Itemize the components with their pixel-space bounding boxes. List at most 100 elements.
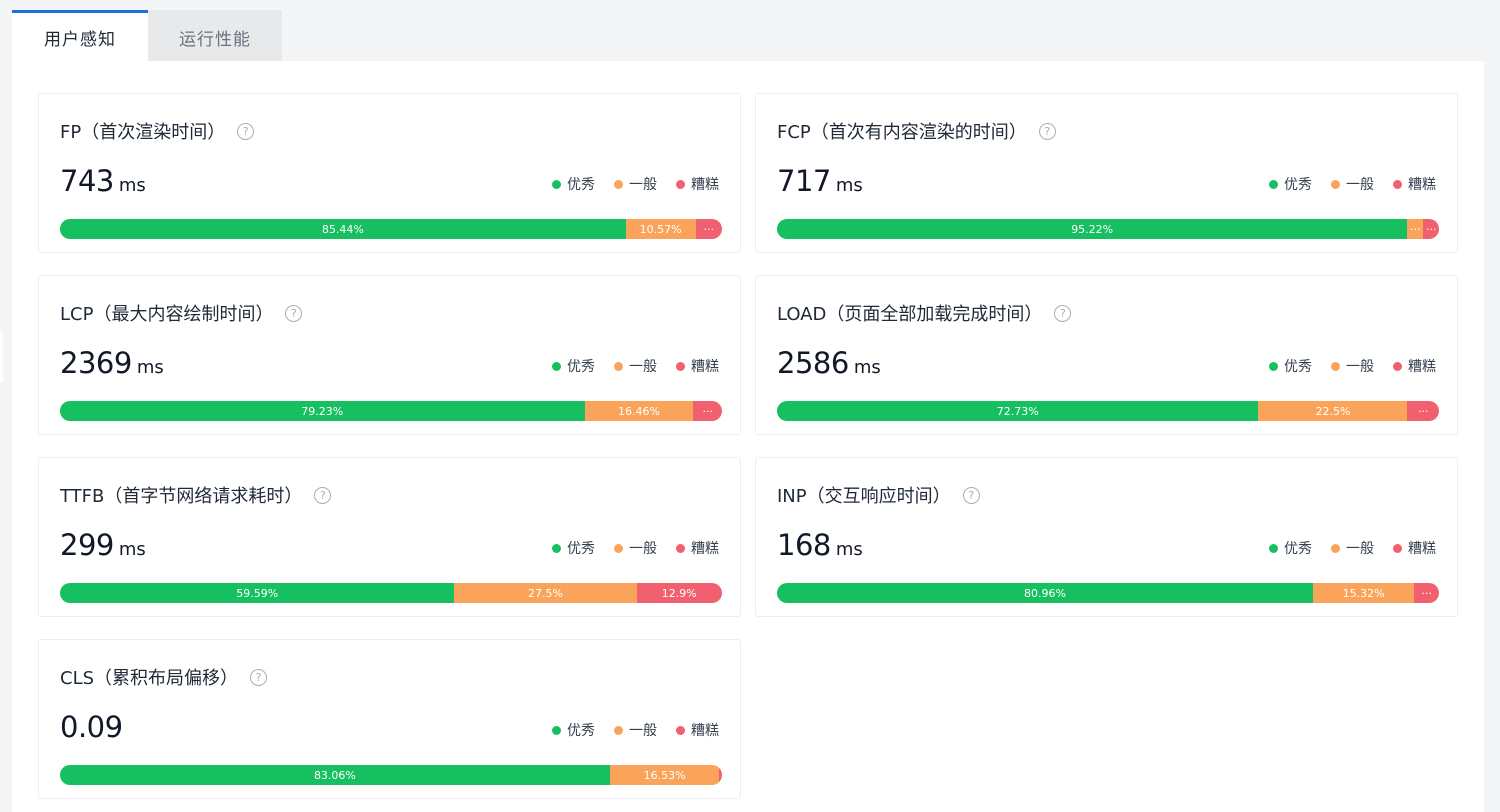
bar-segment-bad[interactable]: ··· [695, 219, 722, 239]
question-circle-icon[interactable]: ? [1054, 304, 1072, 322]
tab-user-perception[interactable]: 用户感知 [12, 10, 148, 61]
mid-dot-icon [614, 543, 623, 553]
distribution-bar: 95.22% ··· ··· [777, 219, 1439, 239]
metric-title-text: FP（首次渲染时间） [60, 122, 226, 143]
good-dot-icon [1269, 179, 1278, 189]
legend: 优秀 一般 糟糕 [552, 720, 719, 740]
mid-dot-icon [1331, 543, 1340, 553]
legend-item-bad: 糟糕 [676, 720, 719, 740]
legend-item-mid: 一般 [614, 538, 657, 558]
metric-unit: ms [118, 175, 146, 196]
metric-title-text: FCP（首次有内容渲染的时间） [777, 122, 1027, 143]
bar-segment-mid[interactable]: ··· [1407, 219, 1424, 239]
bar-segment-good[interactable]: 95.22% [777, 219, 1408, 239]
legend-item-bad: 糟糕 [676, 174, 719, 194]
bad-dot-icon [676, 543, 685, 553]
bar-segment-mid[interactable]: 16.46% [584, 401, 694, 421]
legend-label-bad: 糟糕 [1408, 177, 1436, 193]
distribution-bar: 83.06% 16.53% [60, 765, 722, 785]
bar-segment-mid[interactable]: 15.32% [1312, 583, 1415, 603]
good-dot-icon [552, 725, 561, 735]
metrics-panel: FP（首次渲染时间） ? 743 ms 优秀 一般 糟糕 85.44% 10.5… [12, 61, 1484, 812]
legend: 优秀 一般 糟糕 [1269, 356, 1436, 376]
legend-item-bad: 糟糕 [676, 538, 719, 558]
metric-card: CLS（累积布局偏移） ? 0.09 优秀 一般 糟糕 83.06% 16.53… [38, 639, 741, 799]
question-circle-icon[interactable]: ? [285, 304, 303, 322]
legend-item-good: 优秀 [1269, 538, 1312, 558]
bar-segment-good[interactable]: 83.06% [60, 765, 610, 785]
bad-dot-icon [676, 361, 685, 371]
legend-label-bad: 糟糕 [1408, 541, 1436, 557]
legend-item-good: 优秀 [1269, 174, 1312, 194]
metric-unit: ms [835, 175, 863, 196]
legend-item-good: 优秀 [552, 720, 595, 740]
distribution-bar: 80.96% 15.32% ··· [777, 583, 1439, 603]
legend-label-bad: 糟糕 [691, 177, 719, 193]
bar-segment-mid[interactable]: 22.5% [1258, 401, 1408, 421]
bar-segment-good[interactable]: 79.23% [60, 401, 585, 421]
legend-label-mid: 一般 [629, 177, 657, 193]
legend-label-mid: 一般 [629, 723, 657, 739]
good-dot-icon [552, 543, 561, 553]
metric-value: 0.09 [60, 710, 123, 744]
question-circle-icon[interactable]: ? [237, 122, 255, 140]
bar-segment-mid[interactable]: 16.53% [609, 765, 720, 785]
metric-readout: 743 ms [60, 164, 146, 198]
mid-dot-icon [614, 725, 623, 735]
mid-dot-icon [1331, 179, 1340, 189]
legend-label-mid: 一般 [629, 541, 657, 557]
metric-readout: 299 ms [60, 528, 146, 562]
metric-title: TTFB（首字节网络请求耗时） ? [60, 482, 332, 508]
metric-unit: ms [835, 539, 863, 560]
question-circle-icon[interactable]: ? [250, 668, 268, 686]
legend-label-good: 优秀 [1284, 359, 1312, 375]
question-circle-icon[interactable]: ? [962, 486, 980, 504]
legend-label-good: 优秀 [1284, 541, 1312, 557]
bar-segment-mid[interactable]: 27.5% [454, 583, 637, 603]
legend-label-bad: 糟糕 [691, 541, 719, 557]
distribution-bar: 85.44% 10.57% ··· [60, 219, 722, 239]
question-circle-icon[interactable]: ? [314, 486, 332, 504]
legend: 优秀 一般 糟糕 [1269, 174, 1436, 194]
metric-value: 743 [60, 164, 114, 198]
bar-segment-bad[interactable]: ··· [1407, 401, 1439, 421]
bar-segment-mid[interactable]: 10.57% [625, 219, 696, 239]
legend-item-good: 优秀 [552, 356, 595, 376]
bar-segment-bad[interactable]: ··· [1423, 219, 1439, 239]
bad-dot-icon [676, 725, 685, 735]
good-dot-icon [552, 179, 561, 189]
bar-segment-good[interactable]: 80.96% [777, 583, 1313, 603]
metric-card: LCP（最大内容绘制时间） ? 2369 ms 优秀 一般 糟糕 79.23% … [38, 275, 741, 435]
legend: 优秀 一般 糟糕 [552, 538, 719, 558]
legend-label-bad: 糟糕 [1408, 359, 1436, 375]
legend-item-good: 优秀 [552, 174, 595, 194]
bar-segment-good[interactable]: 59.59% [60, 583, 455, 603]
legend: 优秀 一般 糟糕 [552, 174, 719, 194]
bar-segment-good[interactable]: 72.73% [777, 401, 1259, 421]
legend-item-good: 优秀 [1269, 356, 1312, 376]
bar-segment-bad[interactable]: 12.9% [636, 583, 722, 603]
legend-item-mid: 一般 [614, 174, 657, 194]
legend-label-bad: 糟糕 [691, 723, 719, 739]
bar-segment-bad[interactable]: ··· [693, 401, 722, 421]
metric-unit: ms [118, 539, 146, 560]
bad-dot-icon [676, 179, 685, 189]
legend-item-bad: 糟糕 [1393, 538, 1436, 558]
legend-item-bad: 糟糕 [1393, 174, 1436, 194]
legend-label-bad: 糟糕 [691, 359, 719, 375]
distribution-bar: 72.73% 22.5% ··· [777, 401, 1439, 421]
distribution-bar: 59.59% 27.5% 12.9% [60, 583, 722, 603]
legend-label-good: 优秀 [567, 723, 595, 739]
good-dot-icon [1269, 543, 1278, 553]
metric-readout: 2369 ms [60, 346, 164, 380]
bar-segment-bad[interactable] [719, 765, 722, 785]
tab-runtime-performance[interactable]: 运行性能 [148, 10, 282, 61]
question-circle-icon[interactable]: ? [1038, 122, 1056, 140]
bar-segment-good[interactable]: 85.44% [60, 219, 626, 239]
bar-segment-bad[interactable]: ··· [1414, 583, 1439, 603]
metric-card: LOAD（页面全部加载完成时间） ? 2586 ms 优秀 一般 糟糕 72.7… [755, 275, 1458, 435]
metric-title-text: CLS（累积布局偏移） [60, 668, 239, 689]
metric-card: FP（首次渲染时间） ? 743 ms 优秀 一般 糟糕 85.44% 10.5… [38, 93, 741, 253]
legend-item-mid: 一般 [1331, 174, 1374, 194]
legend-item-mid: 一般 [614, 720, 657, 740]
